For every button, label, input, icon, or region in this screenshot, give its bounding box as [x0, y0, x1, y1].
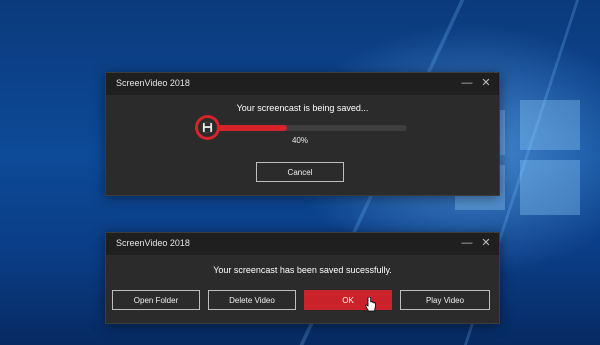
close-icon[interactable]: ✕ [478, 75, 494, 91]
cancel-button[interactable]: Cancel [256, 162, 344, 182]
minimize-icon[interactable]: — [459, 75, 475, 91]
ok-button[interactable]: OK [304, 290, 392, 310]
delete-video-button[interactable]: Delete Video [208, 290, 296, 310]
floppy-disk-icon [202, 122, 213, 133]
hand-cursor-icon [365, 297, 376, 312]
saving-dialog-titlebar: ScreenVideo 2018 — ✕ [106, 73, 499, 95]
open-folder-button[interactable]: Open Folder [112, 290, 200, 310]
saved-message: Your screencast has been saved sucessful… [213, 265, 392, 275]
save-progress-bar [207, 125, 407, 131]
saved-dialog: ScreenVideo 2018 — ✕ Your screencast has… [105, 232, 500, 324]
play-video-button[interactable]: Play Video [400, 290, 490, 310]
progress-percent: 40% [291, 136, 308, 145]
saving-message: Your screencast is being saved... [236, 103, 369, 113]
minimize-icon[interactable]: — [459, 235, 475, 251]
saved-dialog-titlebar: ScreenVideo 2018 — ✕ [106, 233, 499, 255]
close-icon[interactable]: ✕ [478, 235, 494, 251]
saving-dialog-title: ScreenVideo 2018 [116, 78, 190, 88]
saved-dialog-title: ScreenVideo 2018 [116, 238, 190, 248]
